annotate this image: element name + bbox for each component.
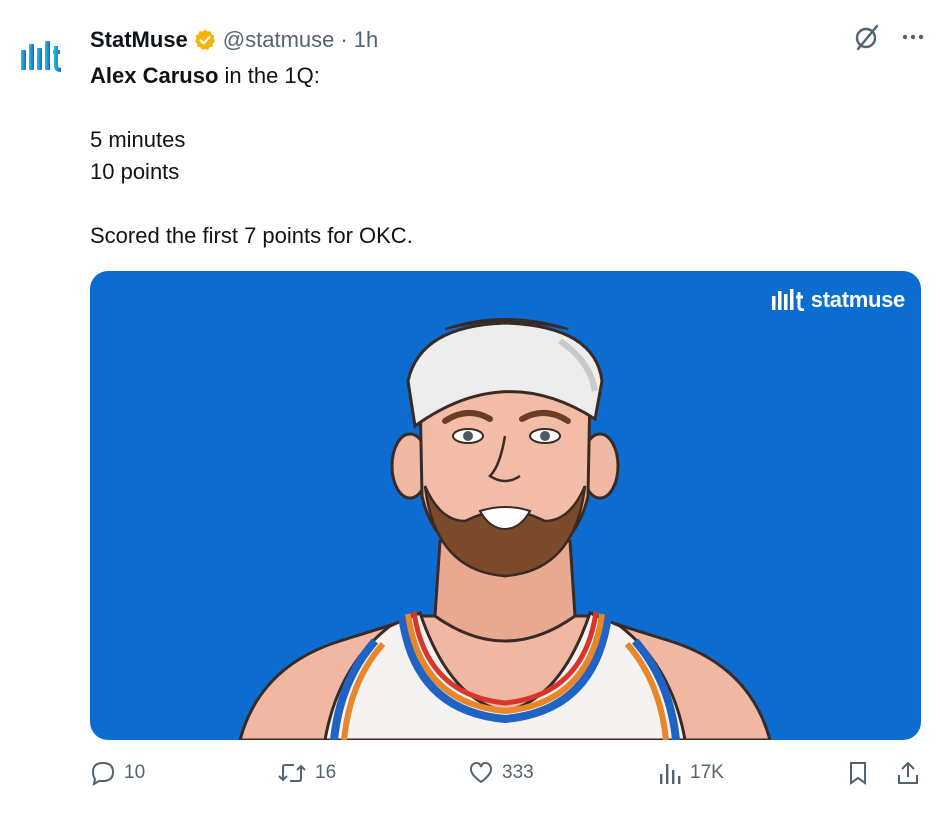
bookmark-icon: [850, 762, 866, 785]
bookmark-button[interactable]: [846, 760, 870, 786]
like-count: 333: [502, 762, 534, 783]
view-count: 17K: [690, 762, 724, 783]
share-icon: [898, 761, 918, 784]
reply-icon: [91, 761, 115, 786]
analytics-icon: [660, 764, 681, 784]
reply-button[interactable]: 10: [90, 760, 145, 786]
reply-count: 10: [124, 762, 146, 783]
verified-badge-icon[interactable]: [193, 28, 217, 52]
grok-icon: [855, 24, 879, 51]
tweet[interactable]: StatMuse @statmuse · 1h Alex Caruso in t…: [0, 0, 940, 817]
more-dots-icon: [902, 34, 924, 40]
tweet-header: StatMuse @statmuse · 1h: [90, 24, 378, 56]
tweet-action-bar: 10 16 333 17K: [90, 760, 922, 792]
heart-icon: [469, 761, 493, 784]
tweet-text-line: 5 minutes: [90, 127, 186, 152]
share-button[interactable]: [896, 760, 920, 786]
tweet-text-line: 10 points: [90, 159, 180, 184]
repost-button[interactable]: 16: [277, 760, 336, 786]
timestamp[interactable]: 1h: [354, 27, 378, 53]
statmuse-logo-icon: [21, 41, 62, 72]
repost-icon: [278, 764, 306, 782]
text-fragment: in the 1Q:: [218, 63, 320, 88]
tweet-text-line: Scored the first 7 points for OKC.: [90, 223, 413, 248]
meta-separator: ·: [340, 27, 348, 52]
tweet-media-image[interactable]: statmuse: [90, 271, 921, 740]
tweet-top-actions: [852, 22, 926, 52]
author-name[interactable]: StatMuse: [90, 27, 188, 53]
like-button[interactable]: 333: [468, 760, 534, 786]
player-name-link[interactable]: Alex Caruso: [90, 63, 218, 88]
tweet-text: Alex Caruso in the 1Q: 5 minutes 10 poin…: [90, 60, 910, 252]
author-handle[interactable]: @statmuse: [223, 27, 335, 53]
grok-button[interactable]: [852, 22, 882, 52]
views-button[interactable]: 17K: [658, 760, 724, 786]
repost-count: 16: [315, 762, 337, 783]
more-options-button[interactable]: [900, 24, 926, 50]
avatar[interactable]: [20, 40, 64, 72]
player-illustration: [238, 318, 772, 740]
tweet-text-line: Alex Caruso in the 1Q:: [90, 60, 910, 92]
